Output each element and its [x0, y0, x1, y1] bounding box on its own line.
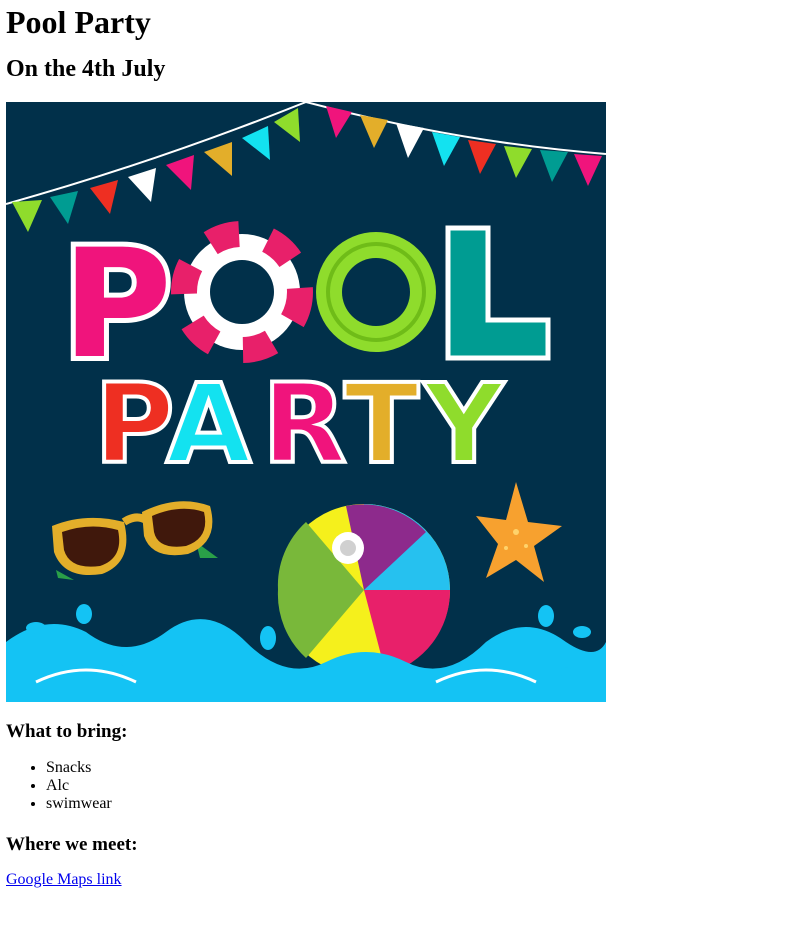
swim-ring-icon — [171, 221, 313, 363]
maps-link-paragraph: Google Maps link — [6, 871, 800, 889]
svg-text:T: T — [344, 360, 419, 488]
list-item: Alc — [46, 777, 800, 795]
svg-text:Y: Y — [422, 360, 505, 488]
beach-ball-icon — [277, 504, 451, 676]
page-title: Pool Party — [6, 4, 151, 40]
pool-party-poster-image: P P P A R T Y — [6, 102, 606, 702]
o-ring-icon — [316, 232, 436, 352]
page-content: Pool Party On the 4th July P P P A R T Y… — [6, 0, 800, 889]
list-item: Snacks — [46, 759, 800, 777]
what-to-bring-heading: What to bring: — [6, 721, 128, 742]
bring-list: Snacks Alc swimwear — [6, 759, 800, 813]
svg-text:A: A — [166, 360, 251, 488]
svg-text:P: P — [94, 360, 175, 488]
list-item: swimwear — [46, 795, 800, 813]
party-title-art: P A R T Y — [92, 358, 507, 490]
page-subtitle: On the 4th July — [6, 56, 166, 82]
svg-text:R: R — [262, 360, 347, 488]
where-we-meet-heading: Where we meet: — [6, 834, 138, 855]
google-maps-link[interactable]: Google Maps link — [6, 871, 122, 888]
